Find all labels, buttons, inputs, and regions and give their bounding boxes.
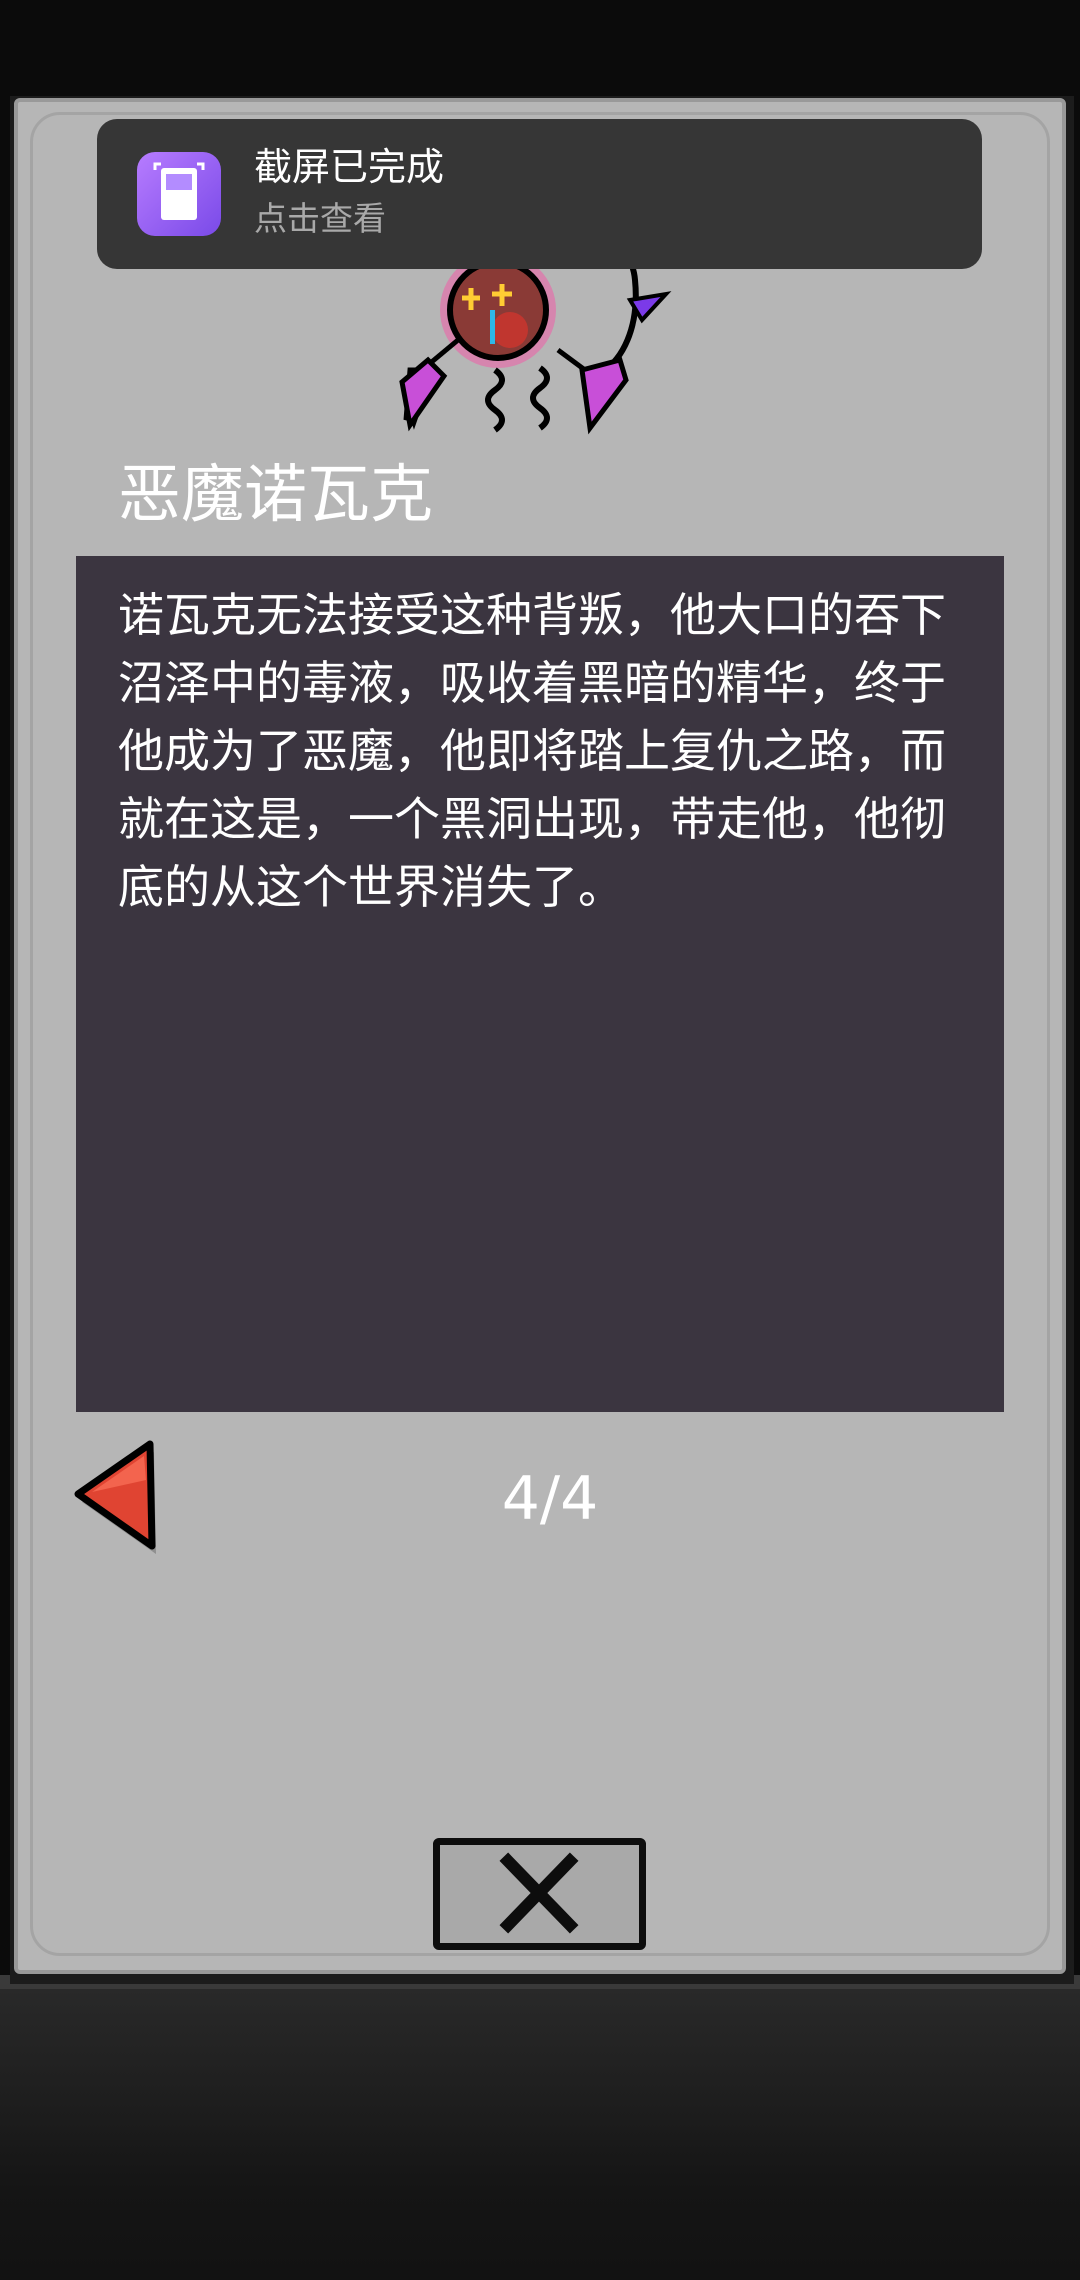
- previous-page-button[interactable]: [74, 1440, 170, 1566]
- story-box: 诺瓦克无法接受这种背叛，他大口的吞下沼泽中的毒液，吸收着黑暗的精华，终于他成为了…: [76, 556, 1004, 1412]
- screenshot-notification[interactable]: 截屏已完成 点击查看: [97, 119, 982, 269]
- close-x-icon: [499, 1852, 579, 1934]
- notification-subtitle: 点击查看: [254, 199, 386, 238]
- ground-background: [0, 1980, 1080, 2280]
- character-name: 恶魔诺瓦克: [118, 458, 433, 531]
- story-text: 诺瓦克无法接受这种背叛，他大口的吞下沼泽中的毒液，吸收着黑暗的精华，终于他成为了…: [118, 588, 946, 914]
- screenshot-gallery-icon: [137, 152, 221, 236]
- close-button[interactable]: [433, 1838, 646, 1950]
- page-indicator: 4/4: [501, 1464, 599, 1534]
- notification-title: 截屏已完成: [254, 145, 445, 189]
- red-left-arrow-icon: [74, 1440, 156, 1554]
